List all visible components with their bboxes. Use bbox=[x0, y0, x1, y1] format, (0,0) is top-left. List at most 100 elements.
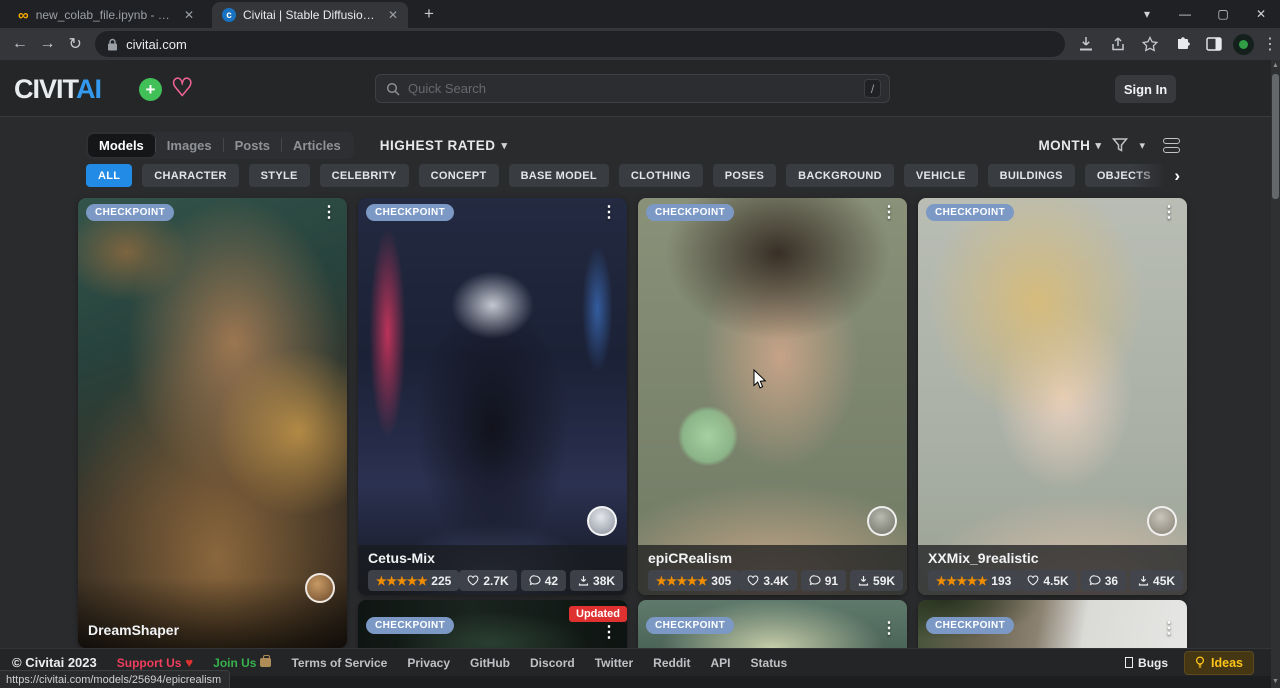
join-us-link[interactable]: Join Us bbox=[213, 656, 271, 670]
browser-profile-avatar[interactable] bbox=[1233, 34, 1254, 55]
civitai-favicon-icon: c bbox=[222, 8, 236, 22]
card-menu-kebab-icon[interactable]: ⋮ bbox=[601, 204, 617, 222]
favorites-heart-icon[interactable]: ♡ bbox=[171, 73, 193, 103]
chevron-down-icon[interactable]: ▾ bbox=[1139, 139, 1145, 152]
chip-style[interactable]: STYLE bbox=[249, 164, 310, 187]
model-card-partial[interactable]: CHECKPOINT ⋮ bbox=[918, 600, 1187, 648]
layout-toggle-icon[interactable] bbox=[1163, 138, 1180, 153]
scroll-up-arrow[interactable]: ▲ bbox=[1271, 60, 1280, 72]
upload-plus-button[interactable]: + bbox=[139, 78, 162, 101]
scroll-down-arrow[interactable]: ▼ bbox=[1271, 676, 1280, 688]
model-card-partial[interactable]: Updated CHECKPOINT ⋮ bbox=[358, 600, 627, 648]
likes-pill: 3.4K bbox=[739, 570, 796, 591]
chips-overflow-scroll[interactable]: › bbox=[1132, 164, 1182, 188]
model-preview-image bbox=[358, 198, 627, 595]
comments-pill: 91 bbox=[801, 570, 846, 591]
tab-close-icon[interactable]: ✕ bbox=[182, 8, 196, 22]
chip-all[interactable]: ALL bbox=[86, 164, 132, 187]
creator-avatar[interactable] bbox=[867, 506, 897, 536]
model-card-dreamshaper[interactable]: CHECKPOINT ⋮ DreamShaper bbox=[78, 198, 347, 648]
sign-in-button[interactable]: Sign In bbox=[1115, 75, 1176, 103]
card-menu-kebab-icon[interactable]: ⋮ bbox=[601, 624, 617, 642]
forward-button[interactable]: → bbox=[34, 35, 62, 53]
chip-base-model[interactable]: BASE MODEL bbox=[509, 164, 609, 187]
reddit-link[interactable]: Reddit bbox=[653, 656, 690, 670]
chip-character[interactable]: CHARACTER bbox=[142, 164, 238, 187]
chip-buildings[interactable]: BUILDINGS bbox=[988, 164, 1075, 187]
civitai-header: CIVITAI + ♡ / Sign In bbox=[0, 60, 1280, 117]
chip-poses[interactable]: POSES bbox=[713, 164, 776, 187]
copyright-text: © Civitai 2023 bbox=[12, 655, 97, 670]
bookmark-star-icon[interactable] bbox=[1137, 35, 1163, 53]
side-panel-icon[interactable] bbox=[1201, 35, 1227, 53]
share-icon[interactable] bbox=[1105, 35, 1131, 53]
heart-icon: ♥ bbox=[185, 655, 193, 670]
bugs-link[interactable]: Bugs bbox=[1125, 656, 1168, 670]
maximize-button[interactable]: ▢ bbox=[1204, 7, 1242, 21]
chip-celebrity[interactable]: CELEBRITY bbox=[320, 164, 409, 187]
status-link[interactable]: Status bbox=[751, 656, 788, 670]
tab-models[interactable]: Models bbox=[88, 134, 155, 157]
twitter-link[interactable]: Twitter bbox=[595, 656, 633, 670]
model-card-xxmix9realistic[interactable]: CHECKPOINT ⋮ XXMix_9realistic ★★★★★193 4… bbox=[918, 198, 1187, 595]
browser-tab-colab[interactable]: ∞ new_colab_file.ipynb - Colaborat ✕ bbox=[8, 2, 204, 28]
card-menu-kebab-icon[interactable]: ⋮ bbox=[881, 620, 897, 638]
creator-avatar[interactable] bbox=[305, 573, 335, 603]
api-link[interactable]: API bbox=[711, 656, 731, 670]
model-title: Cetus-Mix bbox=[368, 550, 617, 566]
quick-search-box[interactable]: / bbox=[375, 74, 890, 103]
terms-link[interactable]: Terms of Service bbox=[291, 656, 387, 670]
filter-funnel-icon[interactable] bbox=[1111, 136, 1129, 154]
support-us-link[interactable]: Support Us♥ bbox=[117, 655, 193, 670]
discord-link[interactable]: Discord bbox=[530, 656, 575, 670]
card-menu-kebab-icon[interactable]: ⋮ bbox=[1161, 620, 1177, 638]
browser-menu-kebab-icon[interactable]: ⋮ bbox=[1260, 34, 1280, 54]
page-scrollbar[interactable]: ▲ ▼ bbox=[1271, 60, 1280, 688]
tab-search-icon[interactable]: ▾ bbox=[1128, 7, 1166, 21]
scrollbar-thumb[interactable] bbox=[1272, 74, 1279, 199]
address-bar[interactable]: civitai.com bbox=[95, 31, 1065, 57]
extensions-puzzle-icon[interactable] bbox=[1169, 35, 1195, 53]
new-tab-button[interactable]: + bbox=[418, 4, 440, 28]
civitai-logo[interactable]: CIVITAI bbox=[14, 74, 101, 105]
tab-close-icon[interactable]: ✕ bbox=[386, 8, 400, 22]
url-text: civitai.com bbox=[126, 37, 187, 52]
lightbulb-icon bbox=[1195, 656, 1205, 669]
card-menu-kebab-icon[interactable]: ⋮ bbox=[881, 204, 897, 222]
ideas-button[interactable]: Ideas bbox=[1184, 651, 1254, 675]
chip-concept[interactable]: CONCEPT bbox=[419, 164, 499, 187]
card-menu-kebab-icon[interactable]: ⋮ bbox=[1161, 204, 1177, 222]
likes-pill: 4.5K bbox=[1019, 570, 1076, 591]
download-page-icon[interactable] bbox=[1073, 35, 1099, 53]
privacy-link[interactable]: Privacy bbox=[407, 656, 450, 670]
model-card-cetus-mix[interactable]: CHECKPOINT ⋮ Cetus-Mix ★★★★★225 2.7K 42 … bbox=[358, 198, 627, 595]
period-dropdown[interactable]: MONTH ▾ bbox=[1038, 138, 1101, 153]
tab-posts[interactable]: Posts bbox=[224, 134, 281, 157]
card-footer: XXMix_9realistic ★★★★★193 4.5K 36 45K bbox=[918, 545, 1187, 595]
sort-dropdown[interactable]: HIGHEST RATED ▾ bbox=[380, 138, 508, 153]
creator-avatar[interactable] bbox=[587, 506, 617, 536]
browser-tab-strip: ∞ new_colab_file.ipynb - Colaborat ✕ c C… bbox=[0, 0, 1280, 28]
colab-icon: ∞ bbox=[18, 8, 29, 23]
star-rating-icons: ★★★★★ bbox=[656, 574, 707, 588]
tab-images[interactable]: Images bbox=[156, 134, 223, 157]
tab-articles[interactable]: Articles bbox=[282, 134, 352, 157]
github-link[interactable]: GitHub bbox=[470, 656, 510, 670]
card-menu-kebab-icon[interactable]: ⋮ bbox=[321, 204, 337, 222]
model-card-epicrealism[interactable]: CHECKPOINT ⋮ epiCRealism ★★★★★305 3.4K 9… bbox=[638, 198, 907, 595]
search-input[interactable] bbox=[408, 81, 864, 96]
link-status-bubble: https://civitai.com/models/25694/epicrea… bbox=[0, 670, 230, 688]
search-icon bbox=[386, 82, 400, 96]
minimize-button[interactable]: — bbox=[1166, 7, 1204, 21]
creator-avatar[interactable] bbox=[1147, 506, 1177, 536]
browser-toolbar: ← → ↻ civitai.com ⋮ bbox=[0, 28, 1280, 60]
close-button[interactable]: ✕ bbox=[1242, 7, 1280, 21]
browser-tab-civitai[interactable]: c Civitai | Stable Diffusion models, ✕ bbox=[212, 2, 408, 28]
chip-background[interactable]: BACKGROUND bbox=[786, 164, 894, 187]
reload-button[interactable]: ↻ bbox=[61, 34, 89, 54]
chip-vehicle[interactable]: VEHICLE bbox=[904, 164, 978, 187]
model-card-partial[interactable]: CHECKPOINT ⋮ bbox=[638, 600, 907, 648]
likes-count: 3.4K bbox=[763, 574, 788, 588]
chip-clothing[interactable]: CLOTHING bbox=[619, 164, 703, 187]
back-button[interactable]: ← bbox=[6, 35, 34, 53]
